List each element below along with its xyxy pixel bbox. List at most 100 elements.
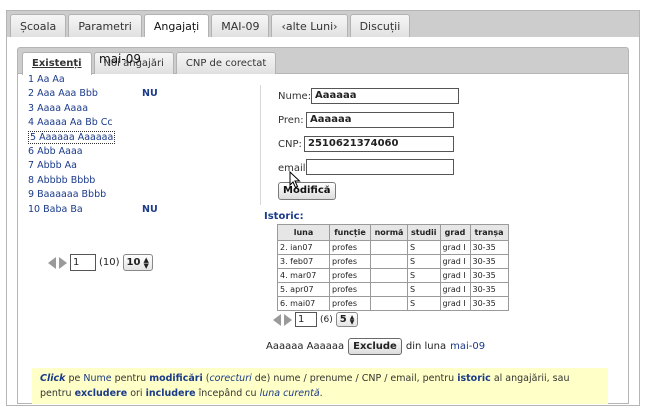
- page-number-input[interactable]: 1: [70, 254, 96, 271]
- modifica-button[interactable]: Modifică: [278, 182, 336, 200]
- col-header: funcție: [329, 224, 371, 241]
- col-header: studii: [407, 224, 441, 241]
- stepper-icon: ▲ ▼: [143, 255, 149, 270]
- table-row[interactable]: 5. apr07 profes Sgrad I 30-35: [277, 282, 509, 297]
- month-title: mai-09: [99, 52, 141, 66]
- tab-alte-luni[interactable]: ‹alte Luni›: [271, 14, 348, 38]
- main-tab-bar: Școala Parametri Angajați MAI-09 ‹alte Luni›…: [6, 10, 640, 39]
- list-item: 10 Baba Ba NU: [28, 203, 228, 217]
- cell: profes: [329, 254, 371, 269]
- prev-page-icon[interactable]: [273, 313, 281, 326]
- employee-link[interactable]: 1 Aa Aa: [28, 74, 65, 85]
- cnp-input[interactable]: 2510621374060: [304, 136, 454, 152]
- status-badge: NU: [142, 88, 158, 100]
- cell: grad I: [439, 254, 471, 269]
- tab-angajati[interactable]: Angajați: [143, 14, 210, 39]
- employee-link[interactable]: 6 Abb Aaaa: [28, 146, 83, 157]
- prev-page-icon[interactable]: [48, 256, 56, 269]
- stepper-icon: ▲ ▼: [349, 313, 355, 326]
- cell: S: [407, 296, 441, 311]
- cell: 30-35: [469, 296, 509, 311]
- email-input[interactable]: [306, 159, 454, 175]
- exclude-line: Aaaaaa Aaaaaa Exclude din luna mai-09: [266, 338, 485, 355]
- pren-label: Pren:: [278, 115, 304, 126]
- hint-text: începând cu: [195, 388, 260, 399]
- employee-link[interactable]: 7 Abbb Aa: [28, 160, 77, 171]
- nume-input[interactable]: Aaaaaa: [311, 88, 459, 104]
- hint-text: Nume: [83, 373, 112, 384]
- hint-text: pe: [65, 373, 84, 384]
- nume-label: Nume:: [278, 91, 312, 102]
- list-item: 9 Baaaaaa Bbbb: [28, 188, 228, 202]
- cell: grad I: [439, 240, 471, 255]
- cell: 6. mai07: [277, 296, 330, 311]
- hint-text: al angajării, sau: [490, 373, 570, 384]
- hint-text: ori: [127, 388, 146, 399]
- tab-mai-09[interactable]: MAI-09: [211, 14, 270, 38]
- col-header: luna: [277, 224, 330, 241]
- page-count: (6): [320, 314, 333, 325]
- table-row[interactable]: 6. mai07 profes Sgrad I 30-35: [277, 296, 509, 311]
- tab-scoala[interactable]: Școala: [10, 14, 67, 38]
- employee-link[interactable]: 2 Aaa Aaa Bbb: [28, 88, 98, 99]
- employee-link[interactable]: 8 Abbbb Bbbb: [28, 175, 95, 186]
- next-page-icon[interactable]: [59, 256, 67, 269]
- pren-input[interactable]: Aaaaaa: [306, 112, 454, 128]
- hint-text: de) nume / prenume / CNP / email, pentru: [251, 373, 458, 384]
- col-header: grad: [439, 224, 471, 241]
- employee-link[interactable]: 4 Aaaaa Aa Bb Cc: [28, 117, 113, 128]
- mouse-cursor-icon: [289, 171, 301, 189]
- cell: [370, 268, 408, 283]
- istoric-label: Istoric:: [264, 211, 304, 222]
- cell: [370, 240, 408, 255]
- tab-discutii[interactable]: Discuții: [349, 14, 411, 38]
- page-number-input[interactable]: 1: [295, 312, 317, 327]
- col-header: tranșa: [469, 224, 509, 241]
- hint-text: luna curentă: [259, 388, 320, 399]
- cell: S: [407, 268, 441, 283]
- col-header: normă: [370, 224, 408, 241]
- help-hint: Click pe Nume pentru modificări (corectu…: [32, 368, 608, 404]
- cell: S: [407, 282, 441, 297]
- cell: 2. ian07: [277, 240, 330, 255]
- cell: S: [407, 254, 441, 269]
- cell: [370, 282, 408, 297]
- list-item: 3 Aaaa Aaaa: [28, 102, 228, 116]
- employee-link[interactable]: 9 Baaaaaa Bbbb: [28, 189, 106, 200]
- hint-text: istoric: [457, 373, 491, 384]
- cell: profes: [329, 282, 371, 297]
- list-item: 4 Aaaaa Aa Bb Cc: [28, 116, 228, 130]
- employee-link[interactable]: 10 Baba Ba: [28, 204, 83, 215]
- cell: grad I: [439, 282, 471, 297]
- employee-list: 1 Aa Aa 2 Aaa Aaa Bbb NU 3 Aaaa Aaaa 4 Aa…: [28, 73, 228, 217]
- table-row[interactable]: 2. ian07 profes Sgrad I 30-35: [277, 240, 509, 255]
- hint-text: pentru: [40, 388, 75, 399]
- list-item: 1 Aa Aa: [28, 73, 228, 87]
- per-page-select[interactable]: 5 ▲ ▼: [335, 312, 359, 327]
- exclude-button[interactable]: Exclude: [348, 338, 402, 355]
- next-page-icon[interactable]: [284, 313, 292, 326]
- cell: S: [407, 240, 441, 255]
- hint-text: excludere: [74, 388, 128, 399]
- cell: profes: [329, 240, 371, 255]
- table-row[interactable]: 3. feb07 profes Sgrad I 30-35: [277, 254, 509, 269]
- employee-link[interactable]: 3 Aaaa Aaaa: [28, 103, 88, 114]
- cell: 3. feb07: [277, 254, 330, 269]
- employee-link-selected[interactable]: 5 Aaaaaa Aaaaaa: [28, 130, 116, 144]
- hint-text: .: [319, 388, 323, 399]
- hint-text: includere: [145, 388, 196, 399]
- list-item: 7 Abbb Aa: [28, 159, 228, 173]
- cnp-label: CNP:: [278, 139, 302, 150]
- cell: 30-35: [469, 240, 509, 255]
- cell: 30-35: [469, 282, 509, 297]
- page-count: (10): [99, 257, 120, 268]
- table-header-row: luna funcție normă studii grad tranșa: [277, 224, 509, 241]
- per-page-select[interactable]: 10 ▲ ▼: [122, 254, 153, 271]
- tab-parametri[interactable]: Parametri: [68, 14, 142, 38]
- cell: 4. mar07: [277, 268, 330, 283]
- cell: grad I: [439, 296, 471, 311]
- cell: [370, 296, 408, 311]
- list-item: 5 Aaaaaa Aaaaaa: [28, 130, 228, 145]
- cell: 30-35: [469, 254, 509, 269]
- table-row[interactable]: 4. mar07 profes Sgrad I 30-35: [277, 268, 509, 283]
